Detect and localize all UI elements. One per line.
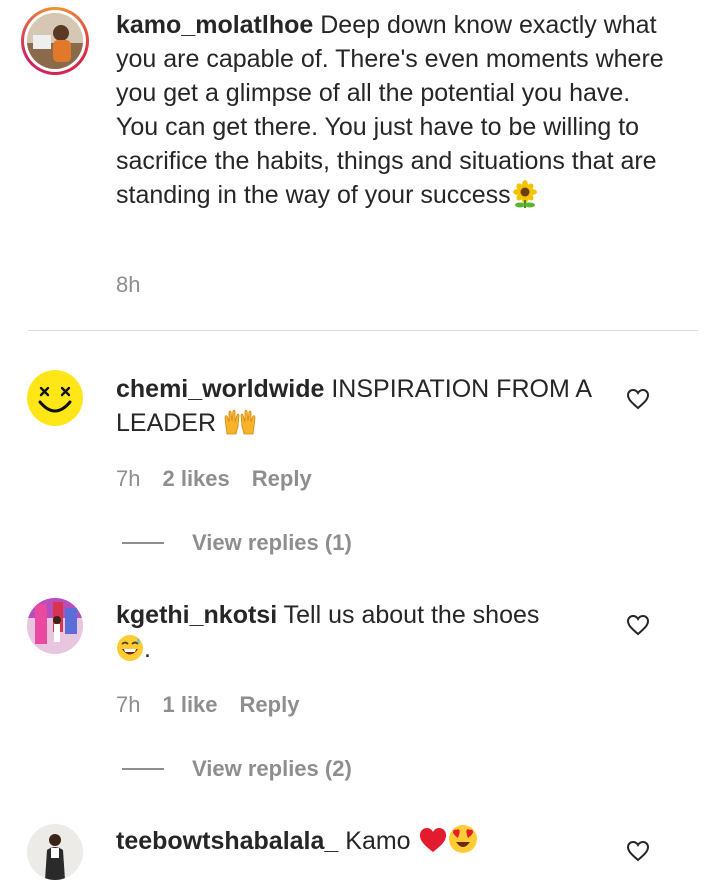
like-heart-icon[interactable]: [626, 840, 650, 862]
like-heart-icon[interactable]: [626, 614, 650, 636]
timestamp: 7h: [116, 692, 141, 717]
view-replies-button[interactable]: View replies (1): [122, 530, 352, 556]
comment-body: teebowtshabalala_ Kamo: [116, 824, 616, 863]
comment-meta: 7h 1 like Reply: [116, 692, 299, 718]
replies-divider: [122, 768, 164, 770]
reply-button[interactable]: Reply: [252, 466, 312, 492]
username[interactable]: chemi_worldwide: [116, 375, 324, 403]
avatar[interactable]: [27, 13, 83, 69]
comment-body: kamo_molatlhoe Deep down know exactly wh…: [116, 8, 676, 217]
username[interactable]: teebowtshabalala_: [116, 827, 338, 855]
view-replies-label: View replies (1): [192, 530, 352, 555]
view-replies-label: View replies (2): [192, 756, 352, 781]
heart-eyes-icon: [448, 824, 478, 863]
comment-body: chemi_worldwide INSPIRATION FROM A LEADE…: [116, 372, 616, 445]
avatar[interactable]: [27, 824, 83, 880]
timestamp: 8h: [116, 272, 141, 297]
timestamp: 7h: [116, 466, 141, 491]
like-heart-icon[interactable]: [626, 388, 650, 410]
likes-count[interactable]: 1 like: [162, 692, 217, 718]
comment-text: Deep down know exactly what you are capa…: [116, 11, 664, 209]
comment-text: Kamo: [345, 827, 411, 855]
raised-hands-icon: [223, 408, 257, 445]
comment-meta: 8h: [116, 272, 140, 298]
red-heart-icon: [418, 826, 448, 863]
smiley-face-icon: [27, 370, 83, 426]
reply-button[interactable]: Reply: [240, 692, 300, 718]
username[interactable]: kgethi_nkotsi: [116, 601, 277, 629]
comment-meta: 7h 2 likes Reply: [116, 466, 312, 492]
comment-body: kgethi_nkotsi Tell us about the shoes .: [116, 598, 616, 671]
avatar[interactable]: [27, 598, 83, 654]
likes-count[interactable]: 2 likes: [162, 466, 229, 492]
divider: [28, 330, 698, 331]
username[interactable]: kamo_molatlhoe: [116, 11, 313, 39]
replies-divider: [122, 542, 164, 544]
avatar[interactable]: [27, 370, 83, 426]
comment-text-suffix: .: [144, 635, 151, 663]
view-replies-button[interactable]: View replies (2): [122, 756, 352, 782]
grinning-sweat-icon: [116, 634, 144, 671]
comment-text: Tell us about the shoes: [283, 601, 540, 629]
sunflower-icon: [511, 180, 539, 217]
